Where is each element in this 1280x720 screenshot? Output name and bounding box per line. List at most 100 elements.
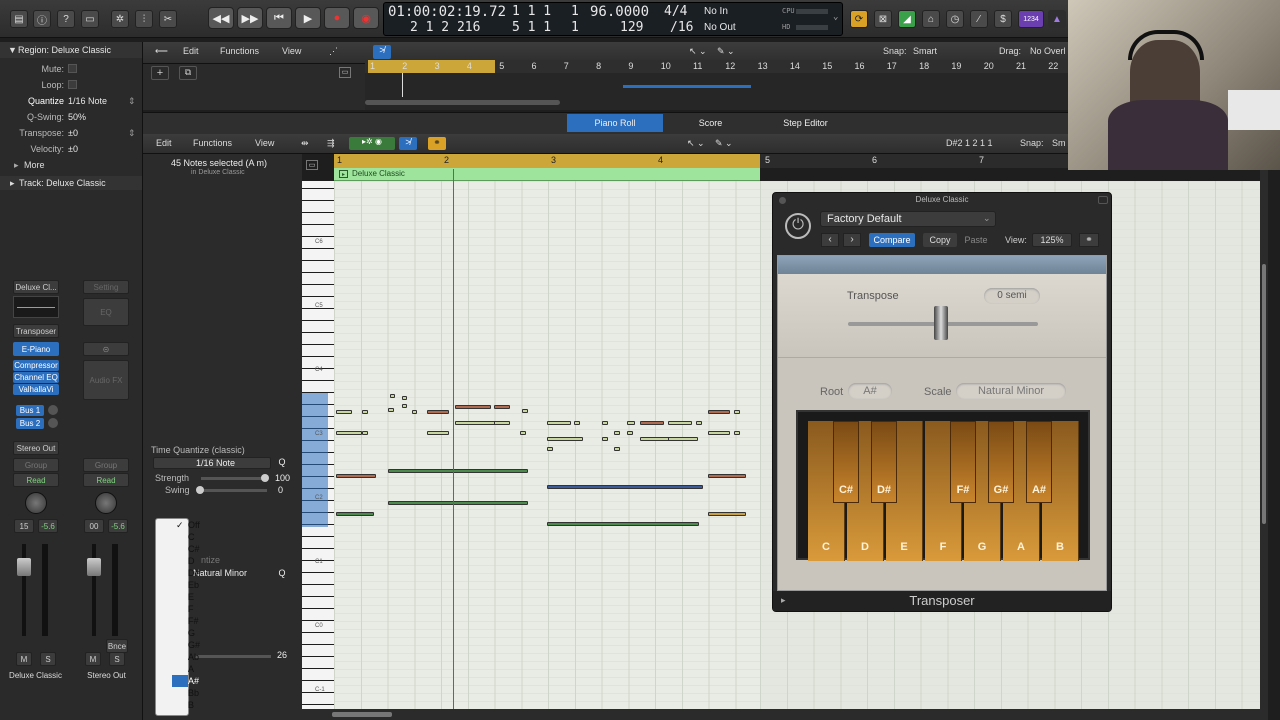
loop-checkbox[interactable] [68, 80, 77, 89]
more-toggle[interactable]: More [24, 160, 45, 170]
user-badge[interactable]: 1234 [1018, 10, 1044, 28]
view-zoom-select[interactable]: 125% [1032, 233, 1072, 247]
solo-button-2[interactable]: S [109, 652, 125, 666]
pr-functions-menu[interactable]: Functions [193, 138, 232, 148]
root-option[interactable]: G [172, 627, 195, 639]
midi-note[interactable] [362, 410, 368, 414]
midi-note[interactable] [614, 431, 620, 435]
channel-name-field[interactable]: Deluxe Cl... [13, 280, 59, 294]
midi-note[interactable] [696, 421, 702, 425]
midi-note[interactable] [708, 431, 730, 435]
transpose-value[interactable]: ±0 [68, 128, 78, 138]
strength-value[interactable]: 100 [275, 473, 290, 483]
tracks-playhead[interactable] [402, 73, 403, 97]
quantize-value[interactable]: 1/16 Note [68, 96, 107, 106]
midi-note[interactable] [388, 501, 528, 505]
midi-note[interactable] [547, 421, 571, 425]
time-signature[interactable]: 4/4 [664, 4, 687, 19]
scale-quantize-button[interactable]: Q [275, 568, 289, 580]
lcd-display[interactable]: 01:00:02:19.72 2 1 2 216 1 1 1 5 1 1 1 1… [383, 2, 843, 36]
catch-icon[interactable]: ⋰ [329, 46, 338, 57]
root-option[interactable]: C# [172, 543, 200, 555]
pr-region-range[interactable] [334, 154, 760, 168]
instrument-slot[interactable]: E-Piano [13, 342, 59, 356]
forward-button[interactable]: ▶▶ [237, 7, 263, 29]
midi-note[interactable] [494, 421, 510, 425]
browsers-icon[interactable]: ▲ [1048, 10, 1066, 28]
midi-note[interactable] [574, 421, 580, 425]
transposer-black-key[interactable]: D# [871, 421, 897, 503]
cycle-icon[interactable]: ⟳ [850, 10, 868, 28]
pencil-tool-icon[interactable]: ✎ ⌄ [717, 46, 735, 57]
drag-value[interactable]: No Overl [1030, 46, 1066, 56]
replace-icon[interactable]: ⊠ [874, 10, 892, 28]
play-button[interactable]: ▶ [295, 7, 321, 29]
eq-thumbnail[interactable] [13, 296, 59, 318]
midi-note[interactable] [627, 421, 635, 425]
lcd-dropdown-chevron-icon[interactable]: ⌄ [833, 12, 838, 22]
compare-button[interactable]: Compare [869, 233, 915, 247]
setting-slot[interactable]: Setting [83, 280, 129, 294]
velocity-slider[interactable] [195, 655, 271, 658]
piano-keyboard[interactable]: C6 C5 C4 C3 C2 C1 C0 C-1 [302, 181, 334, 709]
pr-horizontal-scrollbar-track[interactable] [302, 709, 1260, 720]
midi-note[interactable] [427, 431, 449, 435]
midi-note[interactable] [336, 512, 374, 516]
midi-note[interactable] [708, 410, 730, 414]
transposer-black-key[interactable]: C# [833, 421, 859, 503]
tracks-view-menu[interactable]: View [282, 46, 301, 56]
midi-note[interactable] [627, 431, 633, 435]
link-icon[interactable]: ⚭ [1079, 233, 1099, 247]
mute-button-2[interactable]: M [85, 652, 101, 666]
paste-button[interactable]: Paste [959, 233, 993, 247]
toolbar-icon[interactable]: ▭ [81, 10, 99, 28]
root-option[interactable]: F# [172, 615, 199, 627]
solo-button[interactable]: S [40, 652, 56, 666]
bounce-button[interactable]: Bnce [106, 639, 128, 653]
cycle-range[interactable] [368, 60, 495, 73]
pr-region-header[interactable]: ▸ Deluxe Classic [334, 168, 760, 181]
region-bar[interactable] [623, 85, 751, 88]
output-slot[interactable]: Stereo Out [13, 441, 59, 455]
midi-note[interactable] [547, 447, 553, 451]
help-icon[interactable]: ? [57, 10, 75, 28]
midi-note[interactable] [494, 405, 510, 409]
root-option[interactable]: E [172, 591, 194, 603]
midi-note[interactable] [522, 409, 528, 413]
link-icon[interactable]: ⚭ [428, 137, 446, 150]
root-option[interactable]: ✓ Off [172, 519, 200, 531]
pr-playhead[interactable] [453, 169, 454, 709]
midi-note[interactable] [402, 396, 407, 400]
preset-select[interactable]: Factory Default [820, 211, 996, 227]
transpose-slider-thumb[interactable] [934, 306, 948, 340]
pr-pencil-tool-icon[interactable]: ✎ ⌄ [715, 138, 733, 149]
midi-note[interactable] [640, 437, 670, 441]
swing-slider-thumb[interactable] [196, 486, 204, 494]
midi-note[interactable] [547, 485, 703, 489]
root-option[interactable]: Eb [172, 579, 199, 591]
strength-slider-thumb[interactable] [261, 474, 269, 482]
inspector-icon[interactable]: ⓘ [33, 10, 51, 28]
tracks-ruler[interactable]: 1 2 3 4 5 6 7 8 9 10 11 12 13 14 15 16 17 18 19 20 21 22 [365, 60, 1068, 73]
metronome-icon[interactable]: ◢ [898, 10, 916, 28]
root-option[interactable]: Bb [172, 687, 199, 699]
snap-value[interactable]: Smart [913, 46, 937, 56]
midi-note[interactable] [547, 437, 583, 441]
tuner-icon[interactable]: ⌂ [922, 10, 940, 28]
mute-button[interactable]: M [16, 652, 32, 666]
copy-button[interactable]: Copy [923, 233, 957, 247]
root-option[interactable]: D# [172, 567, 200, 579]
tempo-display[interactable]: 96.0000 [590, 4, 649, 20]
link-icon[interactable]: ⊝ [83, 342, 129, 356]
tracks-edit-menu[interactable]: Edit [183, 46, 199, 56]
midi-note[interactable] [427, 410, 449, 414]
flex-icon[interactable]: ≯ [373, 45, 391, 59]
midi-note[interactable] [602, 421, 608, 425]
transposer-black-key[interactable]: A# [1026, 421, 1052, 503]
midi-fx-slot[interactable]: Transposer [13, 324, 59, 338]
midi-draw-icon[interactable]: ⇶ [327, 138, 335, 149]
midi-note[interactable] [734, 410, 740, 414]
transpose-value[interactable]: 0 semi [984, 288, 1040, 304]
root-select[interactable]: A# [848, 383, 892, 399]
send-knob-1[interactable] [48, 405, 58, 415]
